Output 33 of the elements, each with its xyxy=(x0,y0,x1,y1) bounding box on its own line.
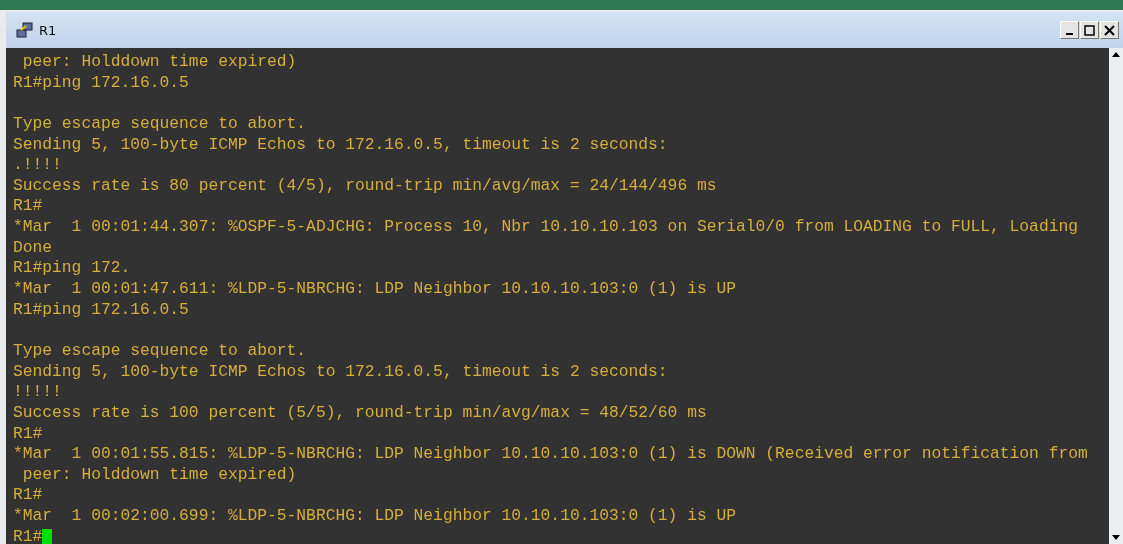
terminal-line: .!!!! xyxy=(13,155,62,176)
terminal-line: Sending 5, 100-byte ICMP Echos to 172.16.0.5, timeout is 2 seconds: xyxy=(13,134,668,156)
terminal-line: Sending 5, 100-byte ICMP Echos to 172.16.0.5, timeout is 2 seconds: xyxy=(13,361,668,383)
terminal-line: *Mar 1 00:01:55.815: %LDP-5-NBRCHG: LDP Neighbor 10.10.10.103:0 (1) is DOWN (Received error notification from xyxy=(13,444,1088,465)
terminal-icon xyxy=(16,21,34,39)
terminal-line: peer: Holddown time expired) xyxy=(21,52,297,73)
terminal-line: peer: Holddown time expired) xyxy=(21,464,297,486)
terminal-line: !!!!! xyxy=(13,382,62,403)
terminal-line: *Mar 1 00:01:44.307: %OSPF-5-ADJCHG: Process 10, Nbr 10.10.10.103 on Serial0/0 from LOADING to FULL, Loading xyxy=(13,217,1078,238)
terminal-line: R1# xyxy=(13,196,43,218)
terminal-line: R1#ping 172.16.0.5 xyxy=(13,72,189,94)
terminal-line: R1# xyxy=(13,423,43,445)
close-icon xyxy=(1104,24,1115,36)
terminal-line: *Mar 1 00:01:47.611: %LDP-5-NBRCHG: LDP Neighbor 10.10.10.103:0 (1) is UP xyxy=(13,279,736,300)
close-button[interactable] xyxy=(1100,21,1119,39)
scroll-down-icon[interactable] xyxy=(1112,535,1120,540)
terminal-line: *Mar 1 00:02:00.699: %LDP-5-NBRCHG: LDP Neighbor 10.10.10.103:0 (1) is UP xyxy=(13,506,736,527)
terminal-line: Type escape sequence to abort. xyxy=(13,340,307,362)
terminal-line: R1#ping 172. xyxy=(13,258,131,280)
terminal-line: R1#ping 172.16.0.5 xyxy=(13,299,189,321)
terminal-line: Done xyxy=(13,237,53,259)
terminal-line: Success rate is 100 percent (5/5), round-trip min/avg/max = 48/52/60 ms xyxy=(13,402,707,424)
terminal-prompt: R1# xyxy=(13,526,43,544)
window-title: R1 xyxy=(39,22,58,38)
maximize-icon xyxy=(1084,24,1095,36)
text-cursor xyxy=(42,529,53,544)
terminal-line: R1# xyxy=(13,485,43,507)
terminal-line: Success rate is 80 percent (4/5), round-trip min/avg/max = 24/144/496 ms xyxy=(13,175,717,197)
minimize-icon xyxy=(1066,33,1073,35)
minimize-button[interactable] xyxy=(1060,21,1079,39)
terminal-line: Type escape sequence to abort. xyxy=(13,113,307,135)
scroll-up-icon[interactable] xyxy=(1112,52,1120,57)
maximize-button[interactable] xyxy=(1080,21,1099,39)
